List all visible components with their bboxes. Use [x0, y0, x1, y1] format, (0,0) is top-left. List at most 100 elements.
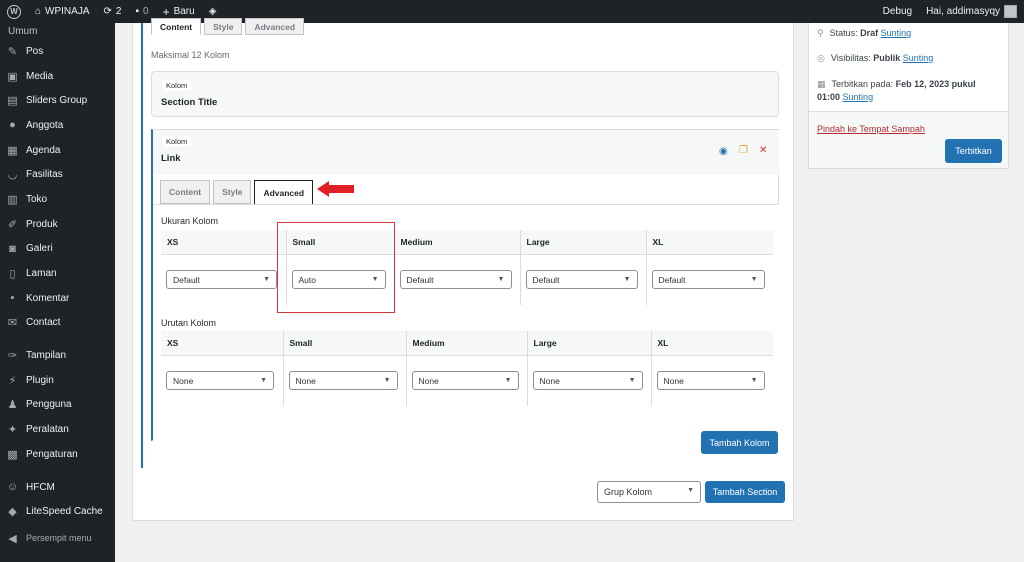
avatar: [1004, 5, 1017, 18]
sidebar-item-label: Pengaturan: [26, 448, 78, 460]
edit-publish-date-link[interactable]: Sunting: [843, 92, 874, 102]
sidebar-item-label: Tampilan: [26, 350, 67, 362]
sidebar-item-anggota[interactable]: ● Anggota: [0, 113, 115, 138]
sidebar-item-label: Produk: [26, 218, 58, 230]
page-builder-panel: Content Style Advanced Maksimal 12 Kolom…: [132, 18, 794, 521]
sidebar-item-label: Laman: [26, 268, 57, 280]
sidebar-item-pengguna[interactable]: ♟ Pengguna: [0, 393, 115, 418]
debug-menu[interactable]: Debug: [876, 0, 919, 23]
add-column-button[interactable]: Tambah Kolom: [701, 431, 778, 454]
visibility-label: Visibilitas:: [830, 53, 871, 63]
section-tabs: Content Style Advanced: [151, 18, 305, 35]
edit-visibility-link[interactable]: Sunting: [903, 53, 934, 63]
tab-content[interactable]: Content: [160, 180, 211, 204]
select-value: None: [663, 375, 684, 386]
sidebar-item-sliders-group[interactable]: ▤ Sliders Group: [0, 88, 115, 113]
tab-content[interactable]: Content: [151, 18, 202, 35]
chevron-down-icon: ▼: [623, 276, 631, 284]
select-value: Default: [658, 274, 686, 285]
greeting: Hai, addimasyqy: [926, 6, 1000, 17]
urutan-select-xs[interactable]: None ▼: [166, 371, 274, 391]
wp-logo-menu[interactable]: W: [0, 0, 28, 23]
sidebar-item-toko[interactable]: ▥ Toko: [0, 187, 115, 212]
select-value: Default: [406, 274, 434, 285]
sidebar-item-produk[interactable]: ✐ Produk: [0, 212, 115, 237]
section-box: Content Style Advanced Maksimal 12 Kolom…: [141, 18, 787, 468]
sidebar-item-komentar[interactable]: ▪ Komentar: [0, 286, 115, 311]
max-columns-note: Maksimal 12 Kolom: [151, 50, 230, 60]
highlight-box: [277, 222, 395, 313]
sidebar-item-peralatan[interactable]: ✦ Peralatan: [0, 417, 115, 442]
sidebar-sub-item-umum[interactable]: Umum: [0, 23, 115, 39]
smile-icon: ◡: [7, 169, 18, 182]
column-title: Link: [161, 153, 181, 164]
publish-button[interactable]: Terbitkan: [945, 139, 1002, 163]
sidebar-item-agenda[interactable]: ▦ Agenda: [0, 138, 115, 163]
sidebar-item-fasilitas[interactable]: ◡ Fasilitas: [0, 162, 115, 187]
site-name: WPINAJA: [45, 6, 90, 17]
collapse-menu-button[interactable]: ◀ Persempit menu: [0, 526, 115, 551]
chevron-down-icon: ▼: [260, 377, 267, 385]
tab-advanced[interactable]: Advanced: [254, 180, 314, 205]
sidebar-item-laman[interactable]: ▯ Laman: [0, 261, 115, 286]
my-account-menu[interactable]: Hai, addimasyqy: [919, 0, 1024, 23]
edit-status-link[interactable]: Sunting: [881, 28, 912, 38]
add-section-button[interactable]: Tambah Section: [705, 481, 785, 503]
store-icon: ▥: [7, 193, 18, 206]
sidebar-item-contact[interactable]: ✉ Contact: [0, 311, 115, 336]
column-card-section-title[interactable]: Kolom Section Title: [151, 71, 779, 117]
page-icon: ▯: [9, 268, 16, 281]
column-header-large: Large: [527, 331, 652, 356]
ukuran-select-medium[interactable]: Default ▼: [399, 270, 512, 290]
ukuran-select-large[interactable]: Default ▼: [525, 270, 638, 290]
sidebar-item-label: HFCM: [26, 481, 55, 493]
product-icon: ✐: [7, 218, 18, 231]
wrench-icon: ✦: [7, 424, 18, 437]
close-icon[interactable]: ✕: [759, 145, 767, 156]
urutan-select-small[interactable]: None ▼: [288, 371, 398, 391]
sidebar-item-plugin[interactable]: ⚡ Plugin: [0, 368, 115, 393]
select-cell: None ▼: [651, 355, 773, 406]
copy-icon[interactable]: ❐: [739, 145, 748, 156]
sidebar-item-galeri[interactable]: ◙ Galeri: [0, 237, 115, 262]
select-value: None: [295, 375, 316, 386]
chevron-down-icon: ▼: [750, 377, 758, 385]
publish-on-label: Terbitkan pada:: [831, 79, 894, 89]
sidebar-item-label: Peralatan: [26, 424, 69, 436]
ukuran-select-xs[interactable]: Default ▼: [166, 270, 277, 290]
column-card-link: Kolom Link ◉ ❐ ✕ Content Style Advanced …: [151, 129, 779, 441]
select-value: Default: [173, 274, 200, 285]
sidebar-item-label: Media: [26, 70, 54, 82]
column-header-xs: XS: [161, 331, 284, 356]
sidebar-item-label: LiteSpeed Cache: [26, 506, 103, 518]
sidebar-item-media[interactable]: ▣ Media: [0, 64, 115, 89]
tab-style[interactable]: Style: [213, 180, 252, 204]
ukuran-select-xl[interactable]: Default ▼: [651, 270, 765, 290]
sidebar-item-label: Toko: [26, 193, 48, 205]
wordpress-icon: W: [7, 4, 21, 19]
column-header-medium: Medium: [394, 230, 521, 255]
sidebar-item-label: Pos: [26, 45, 44, 57]
sidebar-item-hfcm[interactable]: ☺ HFCM: [0, 475, 115, 500]
calendar-icon: ▦: [817, 79, 826, 89]
column-group-select[interactable]: Grup Kolom ▼: [597, 481, 701, 503]
sidebar-item-litespeed-cache[interactable]: ◆ LiteSpeed Cache: [0, 499, 115, 524]
sidebar-item-pengaturan[interactable]: ▩ Pengaturan: [0, 442, 115, 467]
settings-icon: ▩: [7, 448, 18, 461]
eye-icon[interactable]: ◉: [719, 146, 728, 157]
urutan-select-medium[interactable]: None ▼: [411, 371, 519, 391]
sidebar-item-tampilan[interactable]: ✑ Tampilan: [0, 343, 115, 368]
sidebar-item-pos[interactable]: ✎ Pos: [0, 39, 115, 64]
move-to-trash-link[interactable]: Pindah ke Tempat Sampah: [817, 124, 925, 134]
tab-style[interactable]: Style: [204, 18, 243, 35]
diamond-icon: ◈: [208, 6, 217, 17]
urutan-select-large[interactable]: None ▼: [532, 371, 643, 391]
publish-time-row: 01:00 Sunting: [817, 92, 873, 102]
sidebar-item-label: Anggota: [26, 119, 64, 131]
site-name-link[interactable]: ⌂ WPINAJA: [28, 0, 97, 23]
updates-link[interactable]: ⟳ 2: [97, 0, 129, 23]
publish-actions: Pindah ke Tempat Sampah Terbitkan: [809, 111, 1008, 168]
urutan-select-xl[interactable]: None ▼: [656, 371, 765, 391]
tab-advanced[interactable]: Advanced: [245, 18, 305, 35]
updates-icon: ⟳: [103, 6, 112, 17]
